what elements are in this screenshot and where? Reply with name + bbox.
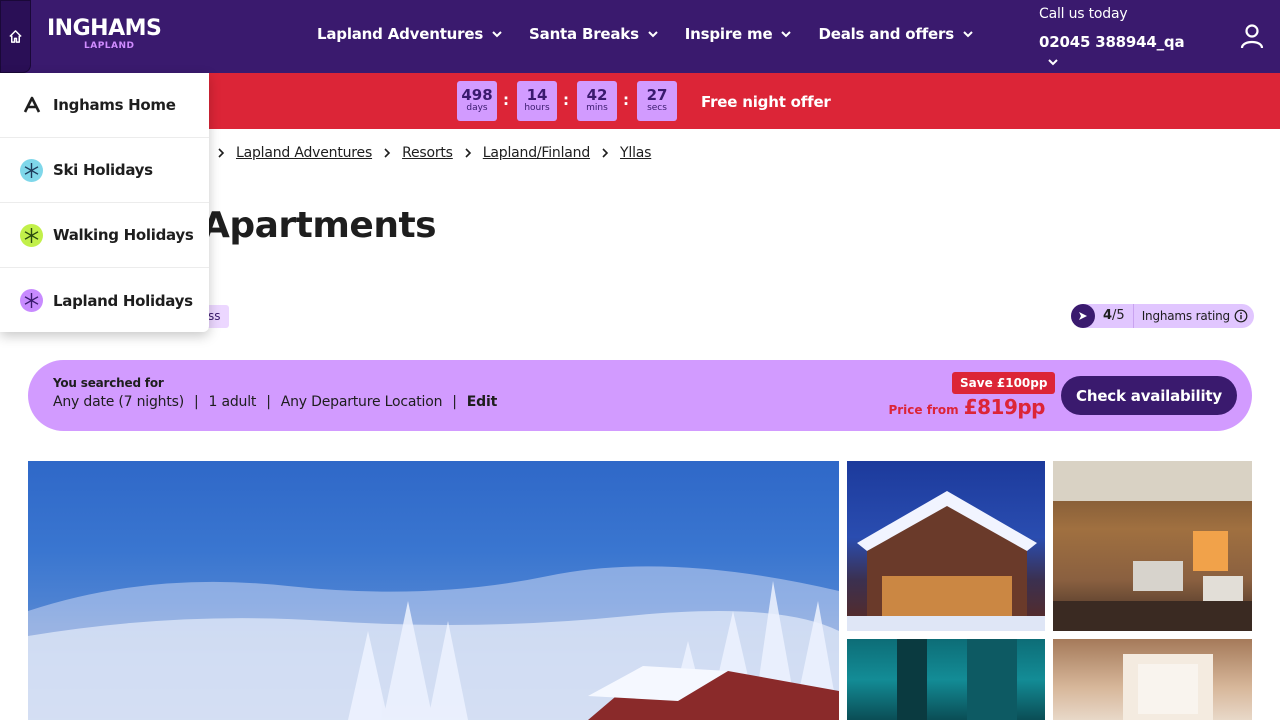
- countdown-separator: :: [563, 91, 569, 109]
- nav-lapland-adventures[interactable]: Lapland Adventures: [317, 25, 503, 43]
- menu-item-label: Lapland Holidays: [53, 291, 193, 310]
- divider: |: [452, 394, 457, 410]
- search-guests: 1 adult: [208, 394, 257, 410]
- chevron-right-icon: [218, 148, 225, 158]
- countdown-separator: :: [623, 91, 629, 109]
- search-heading: You searched for: [53, 376, 164, 390]
- home-button[interactable]: [0, 0, 31, 73]
- nav-santa-breaks[interactable]: Santa Breaks: [529, 25, 659, 43]
- brand-switcher-menu: Inghams Home Ski Holidays Walking Holida…: [0, 73, 209, 332]
- chevron-down-icon[interactable]: [1047, 56, 1059, 68]
- breadcrumb-lapland-finland[interactable]: Lapland/Finland: [483, 145, 590, 161]
- price-label: Price from: [888, 403, 959, 417]
- breadcrumb: Lapland Adventures Resorts Lapland/Finla…: [210, 145, 651, 161]
- site-header: INGHAMS LAPLAND Lapland Adventures Santa…: [0, 0, 1280, 73]
- home-icon: [9, 30, 22, 43]
- search-date: Any date (7 nights): [53, 394, 184, 410]
- rating-label: Inghams rating: [1141, 309, 1230, 323]
- user-icon[interactable]: [1239, 23, 1265, 49]
- countdown-value: 27: [646, 86, 668, 104]
- menu-item-label: Walking Holidays: [53, 226, 194, 244]
- chevron-down-icon: [648, 31, 658, 38]
- logo-wordmark: INGHAMS: [47, 16, 162, 41]
- gallery-thumb-lounge[interactable]: [1053, 461, 1252, 631]
- page-title: Apartments: [202, 205, 437, 246]
- gallery-thumb-exterior[interactable]: [847, 461, 1045, 631]
- countdown-days: 498 days: [457, 81, 497, 121]
- chevron-right-icon: [384, 148, 391, 158]
- menu-item-lapland-holidays[interactable]: Lapland Holidays: [0, 268, 209, 333]
- rating-score: 4/5: [1095, 304, 1134, 328]
- countdown-mins: 42 mins: [577, 81, 617, 121]
- nav-label: Lapland Adventures: [317, 25, 484, 43]
- countdown-unit: secs: [647, 103, 667, 113]
- countdown-value: 14: [526, 86, 548, 104]
- promo-offer-link[interactable]: Free night offer: [701, 93, 831, 111]
- main-nav: Lapland Adventures Santa Breaks Inspire …: [317, 25, 1000, 43]
- nav-label: Inspire me: [684, 25, 773, 43]
- chevron-right-icon: [602, 148, 609, 158]
- divider: |: [194, 394, 199, 410]
- call-label: Call us today: [1039, 6, 1128, 22]
- chevron-down-icon: [963, 31, 973, 38]
- pool-image: [897, 639, 1017, 720]
- menu-item-inghams-home[interactable]: Inghams Home: [0, 73, 209, 138]
- lapland-icon: [20, 289, 43, 312]
- snowy-forest-image: [28, 566, 839, 720]
- inghams-logo-icon: [20, 94, 43, 117]
- countdown-value: 498: [461, 86, 493, 104]
- chevron-down-icon: [492, 31, 502, 38]
- breadcrumb-yllas[interactable]: Yllas: [620, 145, 651, 161]
- site-logo[interactable]: INGHAMS LAPLAND: [47, 16, 162, 52]
- rating-value: 4: [1103, 308, 1113, 323]
- breadcrumb-resorts[interactable]: Resorts: [402, 145, 453, 161]
- countdown-secs: 27 secs: [637, 81, 677, 121]
- countdown-value: 42: [586, 86, 608, 104]
- divider: |: [266, 394, 271, 410]
- edit-search-link[interactable]: Edit: [467, 394, 497, 410]
- countdown-unit: mins: [586, 103, 608, 113]
- price-from: Price from £819pp: [888, 395, 1045, 419]
- nav-inspire-me[interactable]: Inspire me: [685, 25, 793, 43]
- menu-item-label: Ski Holidays: [53, 161, 153, 179]
- snowflake-icon: [20, 158, 43, 182]
- rating-max: /5: [1112, 308, 1125, 323]
- chevron-right-icon: [465, 148, 471, 158]
- gallery-thumb-pool[interactable]: [847, 639, 1045, 720]
- countdown-unit: hours: [524, 103, 550, 113]
- bedroom-image: [1123, 654, 1213, 720]
- nav-deals-and-offers[interactable]: Deals and offers: [818, 25, 973, 43]
- lounge-image: [1053, 461, 1252, 631]
- gallery-main-image[interactable]: [28, 461, 839, 720]
- countdown-unit: days: [466, 103, 488, 113]
- countdown-hours: 14 hours: [517, 81, 557, 121]
- check-availability-button[interactable]: Check availability: [1061, 376, 1237, 415]
- menu-item-ski-holidays[interactable]: Ski Holidays: [0, 138, 209, 203]
- search-summary: You searched for Any date (7 nights) | 1…: [28, 360, 1252, 431]
- search-departure: Any Departure Location: [280, 394, 443, 410]
- gallery-thumb-bedroom[interactable]: [1053, 639, 1252, 720]
- chalet-exterior-image: [847, 491, 1045, 631]
- save-badge: Save £100pp: [952, 372, 1056, 394]
- rating-logo-icon: [1071, 304, 1095, 328]
- countdown-separator: :: [503, 91, 509, 109]
- price-value: £819pp: [963, 395, 1046, 419]
- info-icon[interactable]: [1234, 309, 1248, 323]
- inghams-rating: 4/5 Inghams rating: [1071, 304, 1254, 328]
- menu-item-label: Inghams Home: [53, 96, 176, 114]
- nav-label: Deals and offers: [818, 25, 954, 43]
- chevron-down-icon: [781, 31, 792, 38]
- logo-subbrand: LAPLAND: [84, 41, 135, 51]
- walking-icon: [20, 223, 43, 247]
- call-us: Call us today 02045 388944_qa: [1039, 5, 1185, 66]
- call-number-link[interactable]: 02045 388944_qa: [1039, 33, 1185, 51]
- breadcrumb-lapland-adventures[interactable]: Lapland Adventures: [236, 145, 372, 161]
- menu-item-walking-holidays[interactable]: Walking Holidays: [0, 203, 209, 268]
- search-details: Any date (7 nights) | 1 adult | Any Depa…: [53, 394, 497, 410]
- nav-label: Santa Breaks: [529, 25, 639, 43]
